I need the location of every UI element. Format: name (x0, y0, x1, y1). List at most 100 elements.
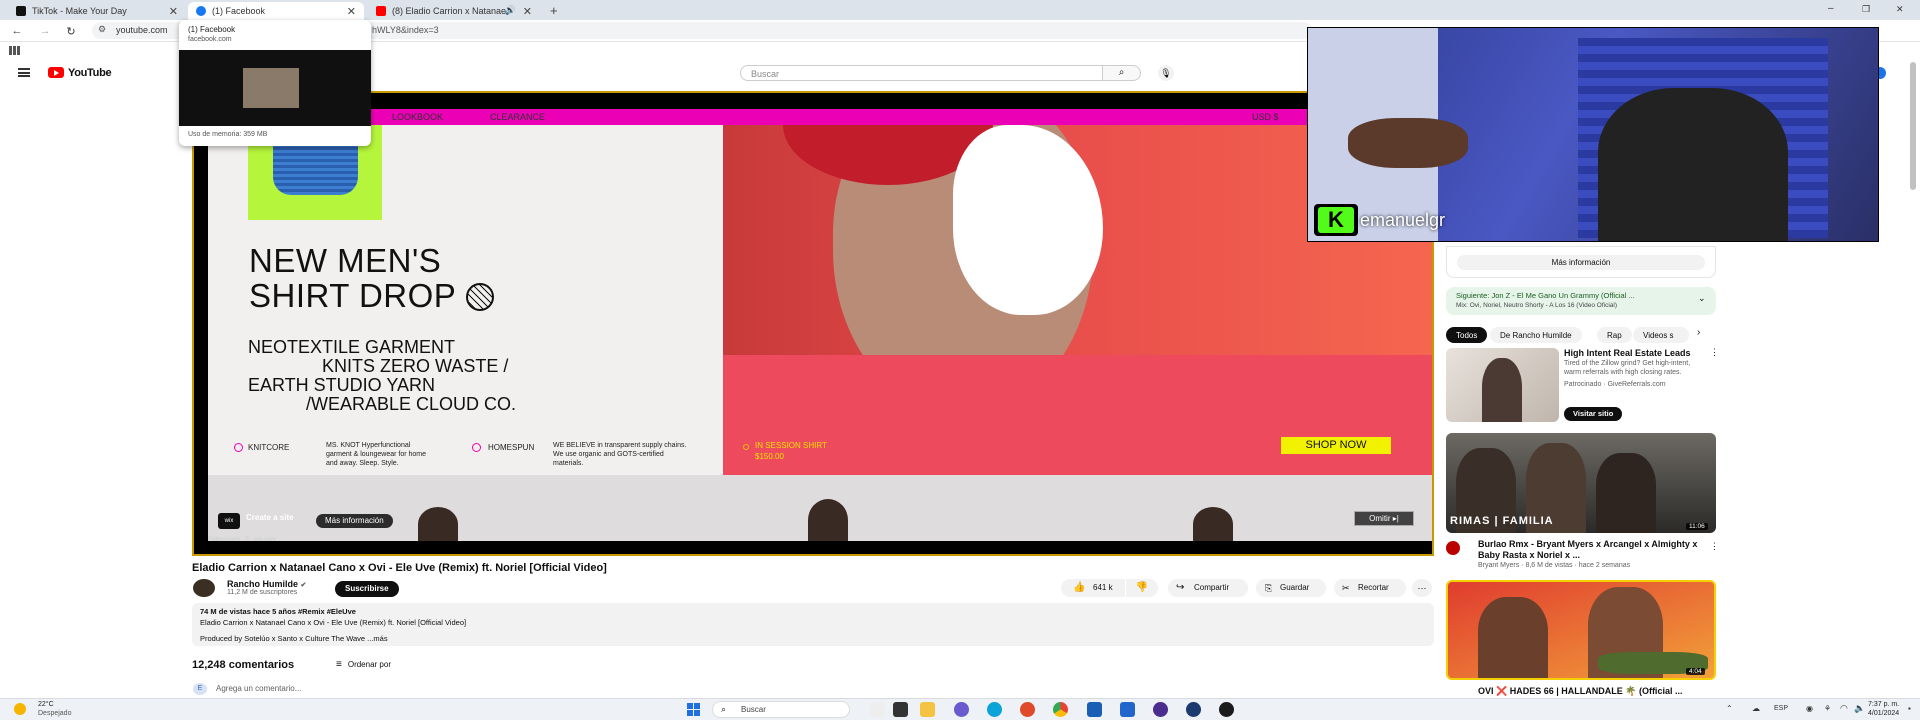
homespun-icon (472, 443, 481, 452)
recommended-title-1[interactable]: Burlao Rmx - Bryant Myers x Arcangel x A… (1478, 539, 1708, 561)
close-window-button[interactable]: ✕ (1896, 4, 1904, 15)
ad-sponsored-label: Patrocinado · 0 · wix.com (208, 537, 276, 543)
chrome-icon[interactable] (1053, 702, 1068, 717)
chevron-right-icon[interactable]: › (1697, 327, 1700, 338)
video-player[interactable]: LOOKBOOK CLEARANCE USD $ NEW MEN'S SHIRT… (192, 91, 1434, 556)
sidebar-ad-thumbnail[interactable] (1446, 348, 1559, 422)
browser-tab-bar: TikTok - Make Your Day ✕ (1) Facebook ✕ … (0, 0, 1920, 20)
recommended-thumbnail-2[interactable]: 4:04 (1446, 580, 1716, 680)
file-explorer-icon[interactable] (920, 702, 935, 717)
sort-comments-button[interactable]: ≡ Ordenar por (336, 659, 391, 670)
close-tab-icon[interactable]: ✕ (169, 5, 178, 18)
ad-bottom-strip (208, 475, 1432, 541)
volume-icon[interactable]: 🔈 (1854, 703, 1865, 714)
sidebar-more-info-button[interactable]: Más información (1457, 255, 1705, 270)
app-icon-2[interactable] (1153, 702, 1168, 717)
menu-icon[interactable] (18, 68, 30, 77)
app-icon[interactable] (954, 702, 969, 717)
back-icon[interactable]: ← (10, 24, 24, 38)
comments-count: 12,248 comentarios (192, 659, 295, 671)
brave-icon[interactable] (1020, 702, 1035, 717)
apps-grid-icon[interactable] (9, 46, 20, 55)
skip-ad-button[interactable]: Omitir ▸| (1354, 511, 1414, 526)
webcam-dog (1348, 118, 1468, 168)
edge-icon[interactable] (987, 702, 1002, 717)
ad-nav-lookbook: LOOKBOOK (392, 112, 444, 122)
app-icon-4[interactable] (1219, 702, 1234, 717)
clip-button[interactable]: ✂ Recortar (1334, 579, 1406, 597)
ad-sub-4: /WEARABLE CLOUD CO. (306, 394, 517, 414)
channel-avatar[interactable] (193, 579, 215, 597)
subscribe-button[interactable]: Suscribirse (335, 581, 399, 597)
add-comment-input[interactable]: Agrega un comentario... (216, 684, 301, 693)
youtube-logo-icon[interactable] (48, 67, 64, 78)
windows-start-icon[interactable] (686, 702, 702, 718)
wifi-icon[interactable]: ◠ (1840, 703, 1848, 714)
ad-sub-1: NEOTEXTILE GARMENT (248, 337, 456, 357)
chip-rancho-humilde[interactable]: De Rancho Humilde (1490, 327, 1582, 343)
tab-tiktok[interactable]: TikTok - Make Your Day ✕ (8, 2, 186, 20)
tab-hover-preview (179, 50, 371, 126)
youtube-search-input[interactable]: Buscar (740, 65, 1103, 81)
recommended-thumbnail-1[interactable]: RIMAS | FAMILIA 11:06 (1446, 433, 1716, 533)
description-box[interactable]: 74 M de vistas hace 5 años #Remix #EleUv… (192, 603, 1434, 646)
close-tab-icon[interactable]: ✕ (347, 5, 356, 18)
shop-now-button[interactable]: SHOP NOW (1281, 437, 1391, 454)
tray-chevron-icon[interactable]: ⌃ (1726, 704, 1733, 713)
up-next-banner[interactable]: Siguiente: Jon Z - El Me Gano Un Grammy … (1446, 287, 1716, 315)
tray-cloud-icon[interactable]: ☁ (1752, 704, 1760, 713)
visit-site-button[interactable]: Visitar sitio (1564, 407, 1623, 421)
chip-videos[interactable]: Videos s (1633, 327, 1689, 343)
forward-icon[interactable]: → (38, 24, 52, 38)
dislike-button[interactable]: 👎 (1126, 579, 1158, 597)
store-icon[interactable] (1120, 702, 1135, 717)
page-scrollbar[interactable] (1910, 62, 1916, 190)
webcam-person (1598, 88, 1788, 241)
sidebar-ad-title[interactable]: High Intent Real Estate Leads (1564, 348, 1704, 359)
reload-icon[interactable]: ↻ (64, 24, 78, 38)
tray-app-icon[interactable]: ◉ (1806, 704, 1813, 713)
wix-logo-icon[interactable]: wix (218, 513, 240, 529)
app-icon-3[interactable] (1186, 702, 1201, 717)
kebab-menu-icon[interactable]: ⋮ (1710, 541, 1719, 552)
kebab-menu-icon[interactable]: ⋮ (1710, 347, 1719, 358)
maximize-button[interactable]: ❐ (1862, 4, 1870, 15)
clock-date[interactable]: 4/01/2024 (1868, 710, 1899, 717)
tab-facebook[interactable]: (1) Facebook ✕ (188, 2, 364, 20)
chip-rap[interactable]: Rap (1597, 327, 1632, 343)
task-view-icon[interactable] (870, 702, 885, 717)
notification-icon[interactable]: ▪ (1908, 704, 1911, 713)
ad-more-info-button[interactable]: Más información (316, 514, 393, 528)
chip-todos[interactable]: Todos (1446, 327, 1488, 343)
site-info-icon[interactable]: ⚙ (98, 24, 106, 35)
user-avatar: E (193, 683, 207, 695)
tab-youtube[interactable]: (8) Eladio Carrion x Natanae 🔊 ✕ (368, 2, 540, 20)
microphone-icon[interactable]: 🎙 (1158, 65, 1174, 81)
ad-sponsor-title[interactable]: Create a site (246, 513, 294, 522)
new-tab-button[interactable]: + (550, 3, 558, 18)
close-tab-icon[interactable]: ✕ (523, 5, 532, 18)
speaker-icon[interactable]: 🔊 (505, 5, 516, 16)
knitcore-icon (234, 443, 243, 452)
more-actions-button[interactable]: ⋯ (1412, 579, 1432, 597)
search-icon[interactable]: ⌕ (1103, 65, 1141, 81)
terminal-icon[interactable] (893, 702, 908, 717)
channel-avatar-small[interactable] (1446, 541, 1460, 555)
globe-icon (466, 283, 494, 311)
taskbar-search[interactable]: ⌕ Buscar (712, 701, 850, 718)
input-language[interactable]: ESP (1774, 705, 1788, 712)
channel-name[interactable]: Rancho Humilde ✔ (227, 579, 306, 589)
weather-moon-icon[interactable] (14, 703, 26, 715)
minimize-button[interactable]: – (1828, 3, 1834, 14)
share-button[interactable]: ↪ Compartir (1168, 579, 1248, 597)
chevron-down-icon[interactable]: ⌄ (1698, 293, 1706, 304)
save-button[interactable]: ⎘ Guardar (1256, 579, 1326, 597)
recommended-title-2[interactable]: OVI ❌ HADES 66 | HALLANDALE 🌴 (Official … (1478, 686, 1708, 697)
video-duration: 11:06 (1686, 523, 1708, 530)
like-button[interactable]: 👍 641 k (1061, 579, 1125, 597)
tray-app-icon-2[interactable]: ⚘ (1824, 704, 1831, 713)
kick-logo-icon: K (1314, 204, 1358, 236)
description-stats: 74 M de vistas hace 5 años #Remix #EleUv… (200, 607, 356, 616)
clock-time[interactable]: 7:37 p. m. (1868, 701, 1899, 708)
photos-icon[interactable] (1087, 702, 1102, 717)
